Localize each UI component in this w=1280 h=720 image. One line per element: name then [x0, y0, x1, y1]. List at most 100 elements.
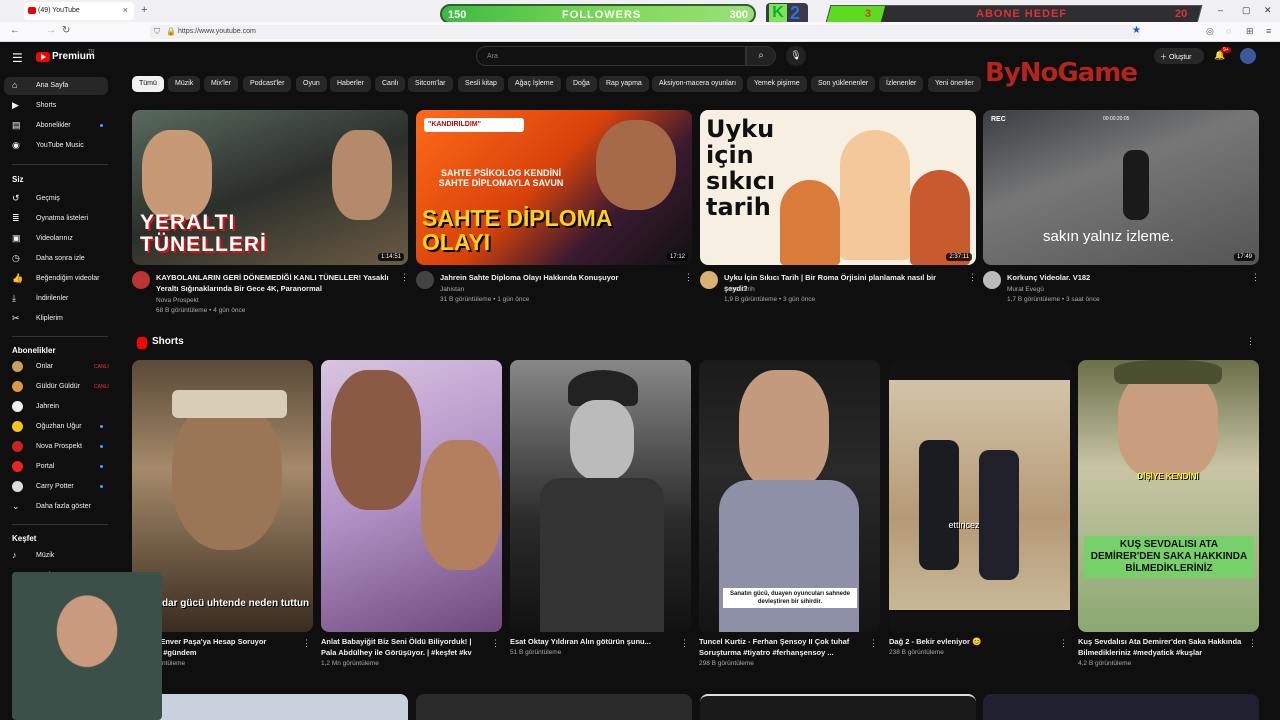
short-thumbnail-6[interactable]: DİŞİYE KENDİNİ KUŞ SEVDALISI ATA DEMİRER… [1078, 360, 1259, 632]
maximize-button[interactable]: ▢ [1242, 5, 1251, 16]
sidebar-item-sub-0[interactable]: Onlar CANLI [4, 358, 109, 376]
chip-7[interactable]: Sitcom'lar [408, 76, 453, 92]
short-title[interactable]: Anlat Babayiğit Biz Seni Öldü Biliyorduk… [321, 636, 486, 658]
chip-11[interactable]: Rap yapma [599, 76, 649, 92]
chip-1[interactable]: Müzik [168, 76, 201, 92]
sidebar-item-sub-5[interactable]: Portal [4, 458, 108, 476]
sidebar-item-you-4[interactable]: 👍 Beğendiğim videolar [4, 270, 108, 288]
hamburger-menu-icon[interactable]: ☰ [12, 51, 23, 65]
sidebar-item-sub-6[interactable]: Carry Potter [4, 478, 108, 496]
video-thumbnail-3[interactable]: Uyku için sıkıcı tarih 2:37:11 [700, 110, 976, 265]
short-thumbnail-4[interactable]: Sanatın gücü, duayen oyuncuları sahnede … [699, 360, 880, 632]
voice-search-button[interactable]: 🎙 [786, 46, 806, 66]
chip-9[interactable]: Ağaç İşleme [508, 76, 561, 92]
search-button[interactable]: ⌕ [746, 46, 776, 66]
more-options-icon[interactable]: ⋮ [400, 272, 409, 283]
create-button[interactable]: ＋ Oluştur [1154, 48, 1204, 64]
channel-avatar[interactable] [132, 271, 150, 289]
account-icon[interactable]: ◌ [1226, 26, 1231, 36]
sidebar-item-you-2[interactable]: ▣ Videolarınız [4, 230, 108, 248]
chip-14[interactable]: Son yüklenenler [811, 76, 876, 92]
short-thumbnail-2[interactable] [321, 360, 502, 632]
video-title[interactable]: Korkunç Videolar. V182 [1007, 272, 1243, 283]
tab-close-icon[interactable]: × [123, 5, 128, 15]
short-thumbnail-3[interactable] [510, 360, 691, 632]
more-options-icon[interactable]: ⋮ [1251, 272, 1260, 283]
short-title[interactable]: Kuş Sevdalısı Ata Demirer'den Saka Hakkı… [1078, 636, 1243, 658]
sidebar-item-label: Abonelikler [36, 122, 71, 129]
short-thumbnail-5[interactable]: ettiricez [889, 360, 1070, 632]
short-title[interactable]: Esat Oktay Yıldıran Alın götürün şunu... [510, 636, 675, 647]
user-avatar[interactable] [1240, 48, 1256, 64]
chip-15[interactable]: İzlenenler [879, 76, 924, 92]
channel-avatar[interactable] [700, 271, 718, 289]
sidebar-item-sub-1[interactable]: Güldür Güldür CANLI [4, 378, 109, 396]
chip-13[interactable]: Yemek pişirme [747, 76, 807, 92]
sidebar-item-you-3[interactable]: ◷ Daha sonra izle [4, 250, 108, 268]
sidebar-item-sub-4[interactable]: Nova Prospekt [4, 438, 108, 456]
chip-6[interactable]: Canlı [375, 76, 406, 92]
short-more-options-icon[interactable]: ⋮ [491, 638, 500, 649]
video-thumbnail-2[interactable]: "KANDIRILDIM" SAHTE PSİKOLOG KENDİNİ SAH… [416, 110, 692, 265]
forward-icon[interactable]: → [46, 25, 56, 36]
short-title[interactable]: Tuncel Kurtiz - Ferhan Şensoy II Çok tuh… [699, 636, 864, 658]
lock-icon: 🔒 [166, 27, 176, 36]
sidebar-you-header[interactable]: Siz [12, 175, 24, 184]
sidebar-item-main-0[interactable]: ⌂ Ana Sayfa [4, 77, 108, 95]
menu-icon[interactable]: ≡ [1266, 26, 1271, 36]
chip-5[interactable]: Haberler [330, 76, 371, 92]
channel-avatar[interactable] [983, 271, 1001, 289]
video-title[interactable]: Jahrein Sahte Diploma Olayı Hakkında Kon… [440, 272, 676, 283]
back-icon[interactable]: ← [10, 25, 20, 36]
short-more-options-icon[interactable]: ⋮ [869, 638, 878, 649]
chip-0[interactable]: Tümü [132, 76, 164, 92]
chip-16[interactable]: Yeni öneriler [928, 76, 981, 92]
video-thumbnail-1[interactable]: YERALTI TÜNELLERİ 1:14:51 [132, 110, 408, 265]
chip-3[interactable]: Podcast'ler [243, 76, 292, 92]
more-options-icon[interactable]: ⋮ [684, 272, 693, 283]
sidebar-item-you-0[interactable]: ↺ Geçmiş [4, 190, 108, 208]
video-thumbnail-row2-3[interactable] [700, 694, 976, 720]
more-options-icon[interactable]: ⋮ [968, 272, 977, 283]
chip-2[interactable]: Mix'ler [204, 76, 239, 92]
chip-8[interactable]: Sesli kitap [458, 76, 504, 92]
sidebar-item-explore-0[interactable]: ♪ Müzik [4, 547, 108, 565]
short-more-options-icon[interactable]: ⋮ [302, 638, 311, 649]
sidebar-item-main-3[interactable]: ◉ YouTube Music [4, 137, 108, 155]
extensions-icon[interactable]: ⊞ [1246, 26, 1254, 37]
bookmark-star-icon[interactable]: ★ [1132, 25, 1141, 36]
short-more-options-icon[interactable]: ⋮ [680, 638, 689, 649]
shorts-more-options-icon[interactable]: ⋮ [1246, 336, 1255, 347]
close-window-button[interactable]: ✕ [1264, 5, 1272, 16]
chip-4[interactable]: Oyun [296, 76, 327, 92]
minimize-button[interactable]: – [1218, 5, 1223, 15]
youtube-logo-icon[interactable] [36, 52, 50, 62]
sidebar-item-sub-7[interactable]: ⌄ Daha fazla göster [4, 498, 108, 516]
channel-avatar[interactable] [416, 271, 434, 289]
chip-10[interactable]: Doğa [566, 76, 597, 92]
chip-12[interactable]: Aksiyon-macera oyunları [652, 76, 744, 92]
sidebar-item-you-6[interactable]: ✂ Kliplerim [4, 310, 108, 328]
sidebar-item-you-5[interactable]: ⤓ İndirilenler [4, 290, 108, 308]
browser-tab[interactable]: (49) YouTube × [24, 2, 134, 20]
watch-later-icon: ◷ [12, 253, 20, 263]
reload-icon[interactable]: ↻ [62, 25, 70, 36]
video-title[interactable]: KAYBOLANLARIN GERİ DÖNEMEDİĞİ KANLI TÜNE… [156, 272, 392, 294]
search-input[interactable]: Ara [476, 46, 746, 66]
sidebar-item-main-2[interactable]: ▤ Abonelikler [4, 117, 108, 135]
sidebar-item-sub-2[interactable]: Jahrein [4, 398, 108, 416]
video-title[interactable]: Uyku İçin Sıkıcı Tarih | Bir Roma Örjisi… [724, 272, 960, 294]
short-title[interactable]: Dağ 2 - Bekir evleniyor 😊 [889, 636, 1054, 647]
short-more-options-icon[interactable]: ⋮ [1248, 638, 1257, 649]
video-thumbnail-row2-4[interactable] [983, 694, 1259, 720]
video-thumbnail-row2-2[interactable] [416, 694, 692, 720]
pocket-icon[interactable]: ◎ [1206, 26, 1214, 37]
video-thumbnail-row2-1[interactable] [132, 694, 408, 720]
sidebar-item-sub-3[interactable]: Oğuzhan Uğur [4, 418, 108, 436]
sidebar-item-main-1[interactable]: ▶ Shorts [4, 97, 108, 115]
address-bar[interactable]: ⛉ 🔒 https://www.youtube.com [150, 25, 1140, 39]
sidebar-item-you-1[interactable]: ≣ Oynatma listeleri [4, 210, 108, 228]
video-thumbnail-4[interactable]: REC 00:00:20:05 sakın yalnız izleme. 17:… [983, 110, 1259, 265]
new-tab-button[interactable]: + [141, 4, 147, 16]
short-more-options-icon[interactable]: ⋮ [1059, 638, 1068, 649]
